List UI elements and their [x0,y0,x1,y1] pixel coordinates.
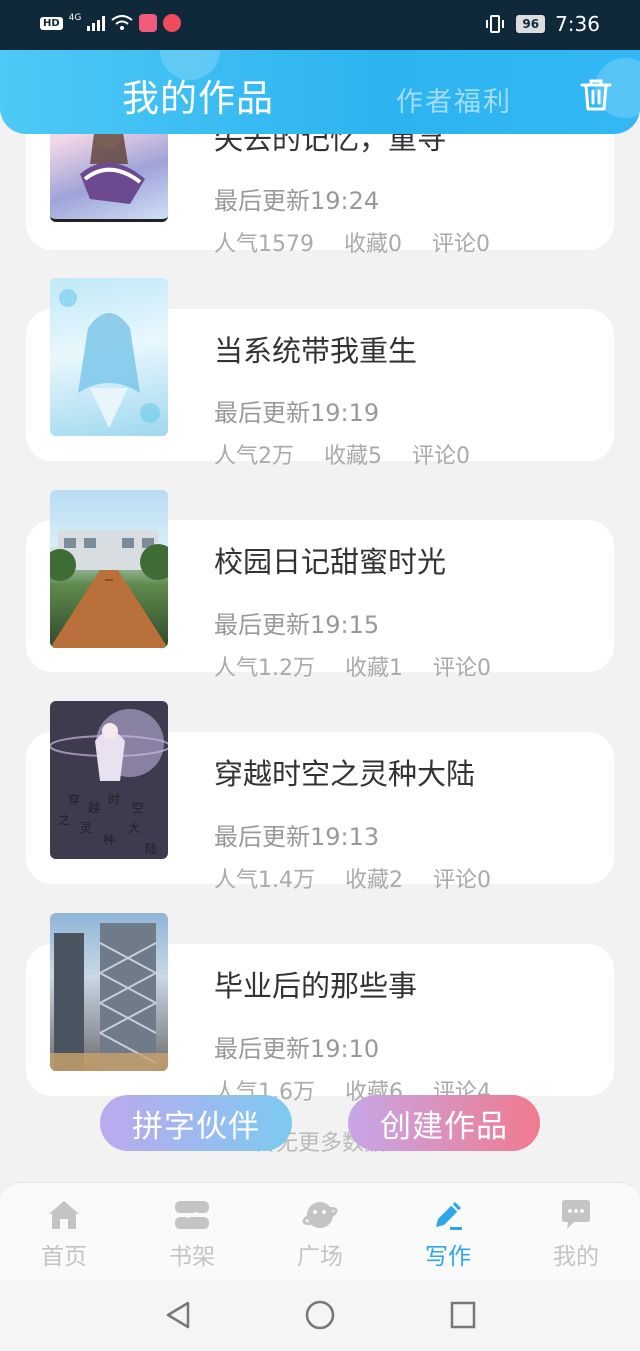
nav-label: 我的 [553,1244,599,1270]
work-title[interactable]: 穿越时空之灵种大陆 [214,751,475,793]
no-more-data: 暂无更多数据 [253,1131,386,1156]
status-bar: HD 4G 96 7:36 [0,0,640,50]
recents-icon[interactable] [449,1300,477,1330]
wifi-icon [111,15,133,30]
comments-count: 评论0 [412,444,470,469]
chat-icon [562,1200,590,1229]
popularity-count: 人气1.4万 [214,868,315,893]
works-list[interactable]: 失去的记忆，重寻 最后更新19:24 人气1579 收藏0 评论0 当系统带我重… [0,134,640,1184]
work-stats: 人气1.2万 收藏1 评论0 [214,650,491,682]
back-icon[interactable] [164,1300,192,1330]
work-title[interactable]: 当系统带我重生 [214,328,417,370]
create-work-button[interactable]: 创建作品 [348,1095,540,1151]
battery-level: 96 [516,15,546,33]
bottom-nav: 首页 书架 广场 写作 我的 [0,1182,640,1280]
cover-char: 灵 [80,821,92,835]
work-stats: 人气1.4万 收藏2 评论0 [214,862,491,894]
network-type: 4G [68,13,82,23]
work-cover[interactable] [50,278,168,436]
work-cover[interactable]: 穿 越 时 空 之 灵 种 大 陆 [50,701,168,859]
favorites-count: 收藏5 [324,444,382,469]
nav-home[interactable]: 首页 [0,1183,128,1280]
comments-count: 评论0 [433,656,491,681]
work-updated: 最后更新19:24 [214,187,380,215]
favorites-count: 收藏0 [344,232,402,257]
home-icon [49,1201,79,1229]
system-nav-bar [0,1280,640,1351]
work-updated: 最后更新19:19 [214,399,380,427]
signal-icon [87,15,106,31]
cover-char: 空 [132,801,144,815]
work-cover[interactable] [50,134,168,222]
popularity-count: 人气1579 [214,232,314,257]
work-updated: 最后更新19:10 [214,1035,380,1063]
nav-square[interactable]: 广场 [256,1183,384,1280]
work-title[interactable]: 毕业后的那些事 [214,963,417,1005]
nav-mine[interactable]: 我的 [512,1183,640,1280]
hd-icon: HD [40,16,63,30]
favorites-count: 收藏2 [345,868,403,893]
home-circle-icon[interactable] [305,1300,335,1330]
trash-icon[interactable] [580,78,612,112]
work-stats: 人气1579 收藏0 评论0 [214,226,490,258]
bookshelf-icon [175,1201,209,1229]
partner-button[interactable]: 拼字伙伴 [100,1095,292,1151]
popularity-count: 人气2万 [214,444,294,469]
work-cover[interactable] [50,913,168,1071]
video-app-icon [139,14,158,32]
nav-label: 广场 [297,1244,343,1270]
work-cover[interactable] [50,490,168,648]
comments-count: 评论0 [432,232,490,257]
nav-label: 写作 [425,1244,471,1270]
cover-char: 时 [108,793,120,807]
nav-writing[interactable]: 写作 [384,1183,512,1280]
comments-count: 评论0 [433,868,491,893]
cover-char: 越 [88,801,100,815]
page-title[interactable]: 我的作品 [122,68,274,122]
cover-char: 穿 [68,792,80,807]
app-header: 我的作品 作者福利 [0,50,640,134]
tab-author-benefits[interactable]: 作者福利 [396,80,512,119]
nav-label: 首页 [41,1244,87,1270]
cover-char: 陆 [145,841,157,856]
work-stats: 人气2万 收藏5 评论0 [214,438,470,470]
work-updated: 最后更新19:15 [214,611,380,639]
pen-icon [436,1202,462,1230]
baidu-app-icon [163,14,182,32]
nav-label: 书架 [169,1244,215,1270]
cover-char: 之 [58,813,70,827]
popularity-count: 人气1.2万 [214,656,315,681]
cover-char: 大 [128,821,140,835]
planet-icon [302,1202,338,1228]
cover-char: 种 [103,833,115,847]
vibrate-icon [486,15,505,33]
clock: 7:36 [555,12,600,36]
work-title[interactable]: 校园日记甜蜜时光 [214,539,446,581]
work-updated: 最后更新19:13 [214,823,380,851]
nav-bookshelf[interactable]: 书架 [128,1183,256,1280]
work-title[interactable]: 失去的记忆，重寻 [214,134,446,158]
favorites-count: 收藏1 [345,656,403,681]
